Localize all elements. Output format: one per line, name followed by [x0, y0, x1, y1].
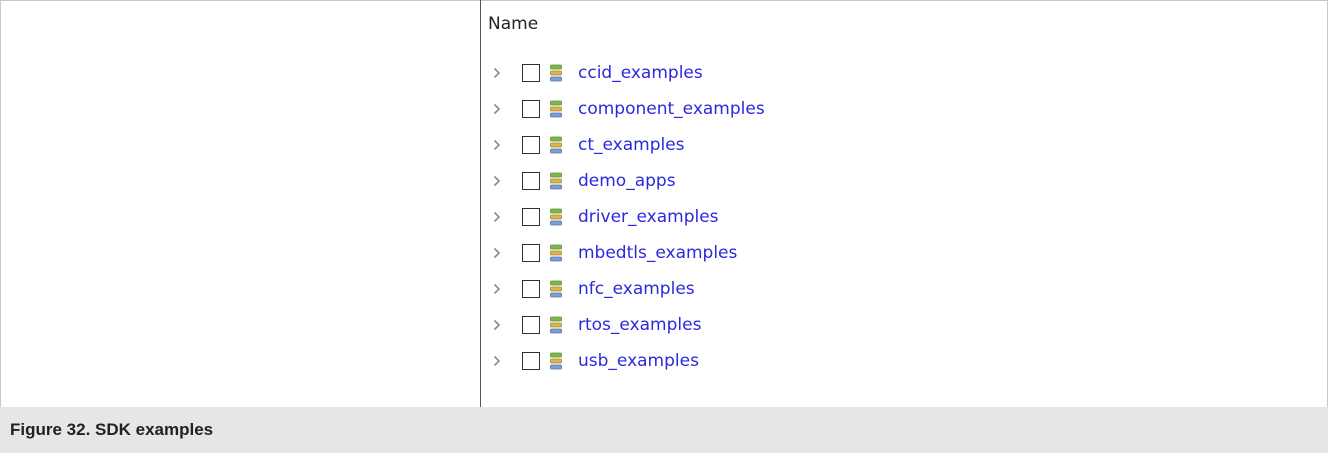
tree-row-usb-examples[interactable]: usb_examples — [488, 343, 1108, 379]
package-folder-icon — [550, 280, 562, 298]
package-folder-icon — [550, 244, 562, 262]
tree-item-label[interactable]: driver_examples — [578, 207, 719, 227]
package-folder-icon — [550, 316, 562, 334]
chevron-right-icon[interactable] — [488, 127, 508, 163]
chevron-right-icon[interactable] — [488, 307, 508, 343]
tree-row-component-examples[interactable]: component_examples — [488, 91, 1108, 127]
package-folder-icon — [550, 136, 562, 154]
chevron-right-icon[interactable] — [488, 91, 508, 127]
tree-row-demo-apps[interactable]: demo_apps — [488, 163, 1108, 199]
item-checkbox[interactable] — [522, 136, 540, 154]
package-folder-icon — [550, 172, 562, 190]
tree-item-label[interactable]: usb_examples — [578, 351, 699, 371]
tree-row-ccid-examples[interactable]: ccid_examples — [488, 55, 1108, 91]
item-checkbox[interactable] — [522, 208, 540, 226]
tree-item-label[interactable]: mbedtls_examples — [578, 243, 737, 263]
tree-row-ct-examples[interactable]: ct_examples — [488, 127, 1108, 163]
column-divider — [480, 0, 481, 407]
item-checkbox[interactable] — [522, 100, 540, 118]
chevron-right-icon[interactable] — [488, 343, 508, 379]
tree-row-mbedtls-examples[interactable]: mbedtls_examples — [488, 235, 1108, 271]
chevron-right-icon[interactable] — [488, 271, 508, 307]
item-checkbox[interactable] — [522, 280, 540, 298]
tree-row-nfc-examples[interactable]: nfc_examples — [488, 271, 1108, 307]
item-checkbox[interactable] — [522, 352, 540, 370]
chevron-right-icon[interactable] — [488, 199, 508, 235]
tree-row-driver-examples[interactable]: driver_examples — [488, 199, 1108, 235]
figure-caption: Figure 32. SDK examples — [0, 407, 1328, 453]
package-folder-icon — [550, 100, 562, 118]
package-folder-icon — [550, 352, 562, 370]
item-checkbox[interactable] — [522, 316, 540, 334]
chevron-right-icon[interactable] — [488, 163, 508, 199]
chevron-right-icon[interactable] — [488, 235, 508, 271]
tree-row-rtos-examples[interactable]: rtos_examples — [488, 307, 1108, 343]
item-checkbox[interactable] — [522, 244, 540, 262]
tree-item-label[interactable]: demo_apps — [578, 171, 676, 191]
tree-item-label[interactable]: ccid_examples — [578, 63, 703, 83]
package-folder-icon — [550, 208, 562, 226]
tree-item-label[interactable]: rtos_examples — [578, 315, 701, 335]
tree-item-label[interactable]: component_examples — [578, 99, 765, 119]
item-checkbox[interactable] — [522, 64, 540, 82]
chevron-right-icon[interactable] — [488, 55, 508, 91]
tree-rows: ccid_examples component_examples ct_exampl… — [488, 55, 1108, 379]
column-header-name[interactable]: Name — [488, 13, 538, 35]
tree-item-label[interactable]: ct_examples — [578, 135, 685, 155]
item-checkbox[interactable] — [522, 172, 540, 190]
package-folder-icon — [550, 64, 562, 82]
tree-item-label[interactable]: nfc_examples — [578, 279, 695, 299]
